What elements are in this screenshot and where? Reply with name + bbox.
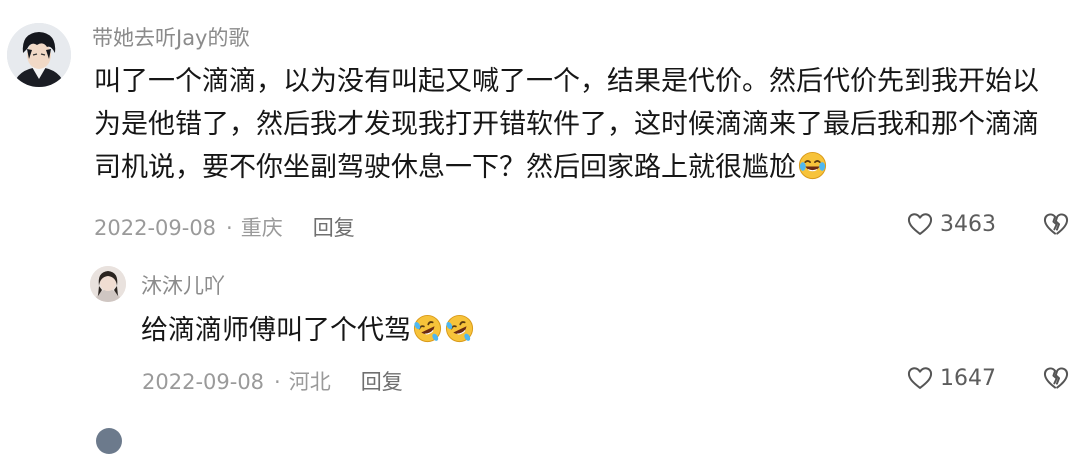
- rolling-laughing-face-icon: [444, 313, 475, 344]
- crying-laughing-face-icon: [797, 150, 828, 181]
- comment-location: 重庆: [240, 216, 283, 240]
- broken-heart-icon: [1042, 364, 1070, 392]
- like-count: 3463: [940, 211, 996, 237]
- reply-button[interactable]: 回复: [313, 216, 355, 240]
- username[interactable]: 带她去听Jay的歌: [92, 22, 250, 52]
- comment-date: 2022-09-08: [94, 216, 217, 240]
- reply-button[interactable]: 回复: [361, 370, 403, 394]
- comment-text: 叫了一个滴滴，以为没有叫起又喊了一个，结果是代价。然后代价先到我开始以 为是他错…: [94, 60, 1074, 189]
- next-comment-avatar: [96, 428, 122, 454]
- meta-separator: ·: [274, 370, 281, 394]
- comment-text-line: 司机说，要不你坐副驾驶休息一下？然后回家路上就很尴尬: [94, 146, 1074, 189]
- comment-text-line: 为是他错了，然后我才发现我打开错软件了，这时候滴滴来了最后我和那个滴滴: [94, 109, 1039, 140]
- comment-meta: 2022-09-08 · 河北 回复: [142, 366, 403, 396]
- comment-text: 给滴滴师傅叫了个代驾: [141, 309, 475, 352]
- like-button[interactable]: 1647: [906, 364, 996, 392]
- comment-text-content: 给滴滴师傅叫了个代驾: [141, 315, 411, 346]
- user-avatar-photo: [90, 266, 126, 302]
- like-button[interactable]: 3463: [906, 210, 996, 238]
- comment-text-line: 叫了一个滴滴，以为没有叫起又喊了一个，结果是代价。然后代价先到我开始以: [94, 66, 1039, 97]
- avatar[interactable]: [7, 23, 71, 87]
- username[interactable]: 沐沐儿吖: [141, 270, 225, 300]
- like-count: 1647: [940, 365, 996, 391]
- rolling-laughing-face-icon: [412, 313, 443, 344]
- comment-location: 河北: [288, 370, 331, 394]
- heart-icon: [906, 210, 934, 238]
- dislike-button[interactable]: [1042, 210, 1070, 242]
- comment-text-line-content: 司机说，要不你坐副驾驶休息一下？然后回家路上就很尴尬: [94, 152, 796, 183]
- dislike-button[interactable]: [1042, 364, 1070, 396]
- comment-date: 2022-09-08: [142, 370, 265, 394]
- comment-meta: 2022-09-08 · 重庆 回复: [94, 212, 355, 242]
- heart-icon: [906, 364, 934, 392]
- avatar[interactable]: [90, 266, 126, 302]
- broken-heart-icon: [1042, 210, 1070, 238]
- meta-separator: ·: [226, 216, 233, 240]
- user-avatar-illustration: [7, 23, 71, 87]
